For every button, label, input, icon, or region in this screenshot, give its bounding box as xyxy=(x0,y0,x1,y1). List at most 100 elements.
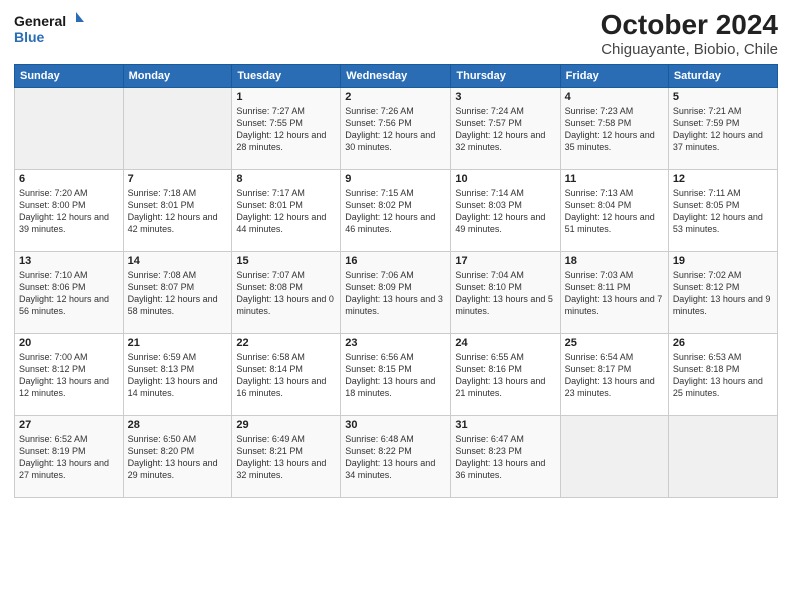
day-info: Sunrise: 7:07 AMSunset: 8:08 PMDaylight:… xyxy=(236,269,336,318)
day-number: 24 xyxy=(455,337,555,349)
day-info: Sunrise: 7:00 AMSunset: 8:12 PMDaylight:… xyxy=(19,351,119,400)
header-cell-saturday: Saturday xyxy=(668,64,777,87)
calendar-header: SundayMondayTuesdayWednesdayThursdayFrid… xyxy=(15,64,778,87)
day-number: 15 xyxy=(236,255,336,267)
day-cell: 28 Sunrise: 6:50 AMSunset: 8:20 PMDaylig… xyxy=(123,415,232,497)
day-info: Sunrise: 7:03 AMSunset: 8:11 PMDaylight:… xyxy=(565,269,664,318)
day-number: 2 xyxy=(345,91,446,103)
day-cell: 22 Sunrise: 6:58 AMSunset: 8:14 PMDaylig… xyxy=(232,333,341,415)
day-info: Sunrise: 6:55 AMSunset: 8:16 PMDaylight:… xyxy=(455,351,555,400)
day-cell: 16 Sunrise: 7:06 AMSunset: 8:09 PMDaylig… xyxy=(341,251,451,333)
day-number: 26 xyxy=(673,337,773,349)
day-number: 31 xyxy=(455,419,555,431)
svg-text:General: General xyxy=(14,13,66,29)
calendar-title: October 2024 xyxy=(601,10,778,41)
day-info: Sunrise: 7:14 AMSunset: 8:03 PMDaylight:… xyxy=(455,187,555,236)
calendar-subtitle: Chiguayante, Biobio, Chile xyxy=(601,41,778,58)
day-info: Sunrise: 7:21 AMSunset: 7:59 PMDaylight:… xyxy=(673,105,773,154)
header-cell-monday: Monday xyxy=(123,64,232,87)
day-info: Sunrise: 6:47 AMSunset: 8:23 PMDaylight:… xyxy=(455,433,555,482)
day-info: Sunrise: 7:24 AMSunset: 7:57 PMDaylight:… xyxy=(455,105,555,154)
day-info: Sunrise: 7:11 AMSunset: 8:05 PMDaylight:… xyxy=(673,187,773,236)
logo: General Blue xyxy=(14,10,84,46)
day-number: 11 xyxy=(565,173,664,185)
day-number: 17 xyxy=(455,255,555,267)
day-info: Sunrise: 7:17 AMSunset: 8:01 PMDaylight:… xyxy=(236,187,336,236)
day-cell: 25 Sunrise: 6:54 AMSunset: 8:17 PMDaylig… xyxy=(560,333,668,415)
header: General Blue October 2024 Chiguayante, B… xyxy=(14,10,778,58)
day-cell xyxy=(668,415,777,497)
day-number: 22 xyxy=(236,337,336,349)
calendar-body: 1 Sunrise: 7:27 AMSunset: 7:55 PMDayligh… xyxy=(15,87,778,497)
header-cell-sunday: Sunday xyxy=(15,64,124,87)
day-number: 4 xyxy=(565,91,664,103)
day-cell: 14 Sunrise: 7:08 AMSunset: 8:07 PMDaylig… xyxy=(123,251,232,333)
day-info: Sunrise: 7:02 AMSunset: 8:12 PMDaylight:… xyxy=(673,269,773,318)
day-number: 16 xyxy=(345,255,446,267)
day-info: Sunrise: 6:54 AMSunset: 8:17 PMDaylight:… xyxy=(565,351,664,400)
header-cell-wednesday: Wednesday xyxy=(341,64,451,87)
day-info: Sunrise: 6:50 AMSunset: 8:20 PMDaylight:… xyxy=(128,433,228,482)
day-cell: 9 Sunrise: 7:15 AMSunset: 8:02 PMDayligh… xyxy=(341,169,451,251)
title-block: October 2024 Chiguayante, Biobio, Chile xyxy=(601,10,778,58)
day-info: Sunrise: 7:06 AMSunset: 8:09 PMDaylight:… xyxy=(345,269,446,318)
week-row-2: 6 Sunrise: 7:20 AMSunset: 8:00 PMDayligh… xyxy=(15,169,778,251)
week-row-3: 13 Sunrise: 7:10 AMSunset: 8:06 PMDaylig… xyxy=(15,251,778,333)
day-number: 23 xyxy=(345,337,446,349)
day-cell: 26 Sunrise: 6:53 AMSunset: 8:18 PMDaylig… xyxy=(668,333,777,415)
day-number: 21 xyxy=(128,337,228,349)
header-row: SundayMondayTuesdayWednesdayThursdayFrid… xyxy=(15,64,778,87)
day-number: 30 xyxy=(345,419,446,431)
day-cell: 12 Sunrise: 7:11 AMSunset: 8:05 PMDaylig… xyxy=(668,169,777,251)
day-number: 28 xyxy=(128,419,228,431)
day-number: 5 xyxy=(673,91,773,103)
day-cell: 23 Sunrise: 6:56 AMSunset: 8:15 PMDaylig… xyxy=(341,333,451,415)
day-cell: 5 Sunrise: 7:21 AMSunset: 7:59 PMDayligh… xyxy=(668,87,777,169)
day-number: 18 xyxy=(565,255,664,267)
svg-text:Blue: Blue xyxy=(14,29,45,45)
day-cell: 10 Sunrise: 7:14 AMSunset: 8:03 PMDaylig… xyxy=(451,169,560,251)
day-cell xyxy=(15,87,124,169)
day-cell: 4 Sunrise: 7:23 AMSunset: 7:58 PMDayligh… xyxy=(560,87,668,169)
general-blue-logo: General Blue xyxy=(14,10,84,46)
day-cell: 18 Sunrise: 7:03 AMSunset: 8:11 PMDaylig… xyxy=(560,251,668,333)
day-cell: 30 Sunrise: 6:48 AMSunset: 8:22 PMDaylig… xyxy=(341,415,451,497)
day-cell: 21 Sunrise: 6:59 AMSunset: 8:13 PMDaylig… xyxy=(123,333,232,415)
day-info: Sunrise: 7:10 AMSunset: 8:06 PMDaylight:… xyxy=(19,269,119,318)
day-number: 6 xyxy=(19,173,119,185)
day-info: Sunrise: 6:53 AMSunset: 8:18 PMDaylight:… xyxy=(673,351,773,400)
day-cell: 2 Sunrise: 7:26 AMSunset: 7:56 PMDayligh… xyxy=(341,87,451,169)
day-info: Sunrise: 7:26 AMSunset: 7:56 PMDaylight:… xyxy=(345,105,446,154)
day-info: Sunrise: 6:52 AMSunset: 8:19 PMDaylight:… xyxy=(19,433,119,482)
day-info: Sunrise: 7:23 AMSunset: 7:58 PMDaylight:… xyxy=(565,105,664,154)
calendar-table: SundayMondayTuesdayWednesdayThursdayFrid… xyxy=(14,64,778,498)
day-number: 12 xyxy=(673,173,773,185)
day-cell: 24 Sunrise: 6:55 AMSunset: 8:16 PMDaylig… xyxy=(451,333,560,415)
day-number: 20 xyxy=(19,337,119,349)
day-number: 14 xyxy=(128,255,228,267)
header-cell-thursday: Thursday xyxy=(451,64,560,87)
day-cell: 15 Sunrise: 7:07 AMSunset: 8:08 PMDaylig… xyxy=(232,251,341,333)
day-cell: 13 Sunrise: 7:10 AMSunset: 8:06 PMDaylig… xyxy=(15,251,124,333)
day-info: Sunrise: 6:58 AMSunset: 8:14 PMDaylight:… xyxy=(236,351,336,400)
day-number: 19 xyxy=(673,255,773,267)
day-number: 7 xyxy=(128,173,228,185)
day-info: Sunrise: 6:56 AMSunset: 8:15 PMDaylight:… xyxy=(345,351,446,400)
day-cell xyxy=(560,415,668,497)
day-cell: 7 Sunrise: 7:18 AMSunset: 8:01 PMDayligh… xyxy=(123,169,232,251)
week-row-1: 1 Sunrise: 7:27 AMSunset: 7:55 PMDayligh… xyxy=(15,87,778,169)
day-number: 8 xyxy=(236,173,336,185)
week-row-4: 20 Sunrise: 7:00 AMSunset: 8:12 PMDaylig… xyxy=(15,333,778,415)
day-number: 3 xyxy=(455,91,555,103)
day-cell: 17 Sunrise: 7:04 AMSunset: 8:10 PMDaylig… xyxy=(451,251,560,333)
day-number: 1 xyxy=(236,91,336,103)
day-info: Sunrise: 7:13 AMSunset: 8:04 PMDaylight:… xyxy=(565,187,664,236)
day-info: Sunrise: 7:20 AMSunset: 8:00 PMDaylight:… xyxy=(19,187,119,236)
day-info: Sunrise: 7:04 AMSunset: 8:10 PMDaylight:… xyxy=(455,269,555,318)
day-cell: 31 Sunrise: 6:47 AMSunset: 8:23 PMDaylig… xyxy=(451,415,560,497)
day-info: Sunrise: 6:49 AMSunset: 8:21 PMDaylight:… xyxy=(236,433,336,482)
day-number: 13 xyxy=(19,255,119,267)
day-info: Sunrise: 6:59 AMSunset: 8:13 PMDaylight:… xyxy=(128,351,228,400)
day-cell: 29 Sunrise: 6:49 AMSunset: 8:21 PMDaylig… xyxy=(232,415,341,497)
day-cell: 6 Sunrise: 7:20 AMSunset: 8:00 PMDayligh… xyxy=(15,169,124,251)
